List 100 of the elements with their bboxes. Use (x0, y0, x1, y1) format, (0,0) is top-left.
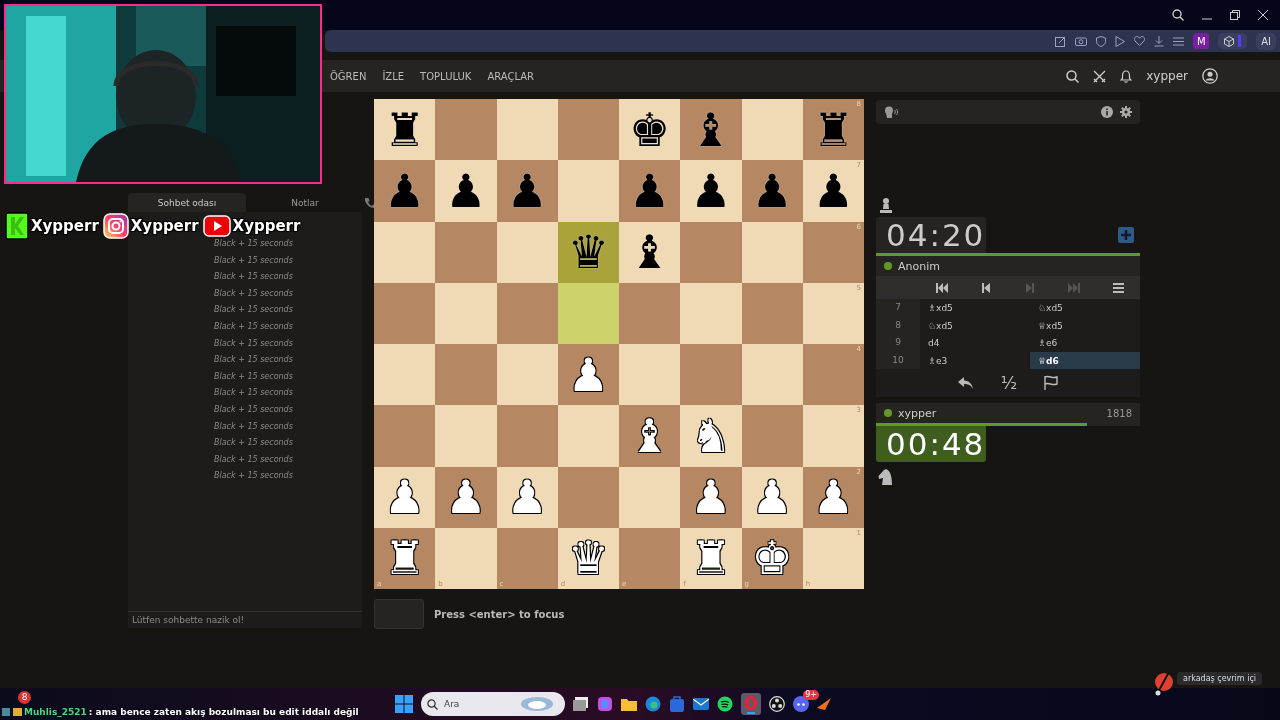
username-link[interactable]: xypper (1146, 69, 1188, 83)
add-time-button[interactable] (1118, 227, 1134, 243)
store-icon[interactable] (669, 696, 685, 712)
chess-piece[interactable]: ♟ (812, 167, 854, 214)
mail-icon[interactable] (693, 697, 709, 711)
taskbar-search-bar[interactable]: Ara (421, 692, 565, 716)
play-icon[interactable] (1115, 35, 1126, 47)
chess-piece[interactable]: ♟ (629, 167, 671, 214)
player-name[interactable]: Anonim (898, 259, 940, 273)
menu-icon[interactable] (1112, 282, 1124, 293)
social-handle: Xypperr (232, 217, 301, 235)
nav-link[interactable]: ÖĞREN (330, 70, 367, 82)
chat-message: Black + 15 seconds (214, 453, 294, 466)
discord-icon[interactable] (793, 696, 809, 712)
search-icon[interactable] (1066, 69, 1080, 83)
notification-badge: 9+ (803, 690, 819, 700)
chess-piece[interactable]: ♟ (690, 167, 732, 214)
draw-offer-button[interactable]: ½ (1000, 373, 1018, 393)
step-back-icon[interactable] (982, 282, 990, 293)
pawn-icon (879, 197, 893, 213)
search-icon[interactable] (1172, 9, 1184, 21)
chat-tab[interactable]: Sohbet odası (128, 193, 246, 212)
chat-message: Black + 15 seconds (214, 420, 294, 433)
menu-icon[interactable] (1173, 36, 1185, 46)
chess-piece[interactable]: ♜ (812, 106, 854, 153)
settings-icon[interactable] (1120, 106, 1132, 118)
chess-piece[interactable]: ♝ (690, 106, 732, 153)
chat-input[interactable]: Lütfen sohbette nazik ol! (128, 611, 362, 628)
voice-icon[interactable] (884, 106, 898, 118)
chess-piece[interactable]: ♟ (751, 167, 793, 214)
user-avatar-icon[interactable] (1202, 68, 1218, 84)
nav-link[interactable]: ARAÇLAR (487, 70, 535, 82)
nav-link[interactable]: İZLE (382, 70, 405, 82)
chess-piece[interactable]: ♛ (567, 229, 609, 276)
knight-icon (878, 469, 894, 485)
chess-piece[interactable]: ♜ (384, 106, 426, 153)
move[interactable]: d4 (920, 334, 1030, 352)
player-clock: 00:48 (876, 426, 986, 462)
info-icon[interactable] (1101, 106, 1113, 118)
chess-piece[interactable]: ♝ (629, 229, 671, 276)
chess-piece[interactable]: ♚ (629, 106, 671, 153)
chat-message: Black + 15 seconds (214, 320, 294, 333)
input-hint: Press <enter> to focus (434, 608, 565, 620)
chess-piece[interactable]: ♟ (384, 167, 426, 214)
chat-message: Black + 15 seconds (214, 370, 294, 383)
skip-to-start-icon[interactable] (936, 282, 948, 293)
chat-message: Black + 15 seconds (214, 287, 294, 300)
chat-message: Black + 15 seconds (214, 387, 294, 400)
search-input[interactable]: Ara (444, 699, 514, 709)
profile-button[interactable]: M (1193, 33, 1210, 49)
ai-button[interactable]: AI (1256, 32, 1276, 50)
heart-icon[interactable] (1134, 36, 1146, 46)
chat-username: Muhlis_2521 (24, 707, 87, 717)
instagram-icon (102, 213, 129, 239)
move-input[interactable] (374, 599, 424, 629)
start-icon[interactable] (395, 695, 413, 713)
chat-message: Black + 15 seconds (214, 437, 294, 450)
chat-message: Black + 15 seconds (214, 354, 294, 367)
chat-tab[interactable]: Notlar (246, 193, 364, 212)
bell-icon[interactable] (1120, 69, 1133, 83)
play-icon (202, 215, 231, 237)
flag-icon[interactable] (1043, 375, 1060, 391)
takeback-icon[interactable] (956, 376, 975, 390)
chess-piece[interactable]: ♟ (445, 167, 487, 214)
chat-message: Black + 15 seconds (214, 238, 294, 250)
move[interactable]: ♗xd5 (920, 299, 1030, 317)
social-handle: Xypperr (130, 217, 199, 235)
chat-message: : ama bence zaten akış bozulması bu edit iddalı değil (88, 707, 359, 717)
opera-icon[interactable] (741, 693, 761, 715)
close-icon[interactable] (1258, 10, 1268, 20)
opponent-clock: 04:20 (876, 217, 986, 253)
k-logo-icon (5, 212, 29, 240)
folder-icon[interactable] (621, 697, 637, 711)
move-number: 7 (876, 299, 920, 317)
chess-piece[interactable]: ♟ (506, 167, 548, 214)
player-rating: 1818 (1106, 407, 1132, 419)
tray-tooltip: arkadaş çevrim içi (1177, 672, 1263, 685)
edit-icon[interactable] (1055, 35, 1067, 47)
obs-icon[interactable] (769, 696, 785, 712)
chat-badges-icon (2, 707, 22, 717)
search-icon[interactable] (427, 698, 438, 710)
chat-message: Black + 15 seconds (214, 337, 294, 350)
chat-message: Black + 15 seconds (214, 254, 294, 267)
chat-message: Black + 15 seconds (214, 304, 294, 317)
shield-icon[interactable] (1096, 35, 1107, 47)
camera-icon[interactable] (1075, 36, 1088, 46)
slashed-circle-logo-icon (1152, 672, 1174, 696)
app-icon[interactable] (817, 698, 831, 710)
move-number: 9 (876, 334, 920, 352)
player-name[interactable]: xypper (898, 406, 937, 420)
edge-icon[interactable] (645, 696, 661, 712)
nav-link[interactable]: TOPLULUK (420, 70, 472, 82)
move[interactable]: ♗e6 (1030, 334, 1140, 352)
crossed-swords-icon[interactable] (1093, 69, 1107, 83)
cube-icon[interactable] (1224, 35, 1235, 47)
restore-icon[interactable] (1230, 10, 1240, 20)
spotify-icon[interactable] (717, 696, 733, 712)
copilot-icon[interactable] (597, 696, 613, 712)
task-view-icon[interactable] (573, 697, 589, 711)
move[interactable]: ♘xd5 (1030, 299, 1140, 317)
